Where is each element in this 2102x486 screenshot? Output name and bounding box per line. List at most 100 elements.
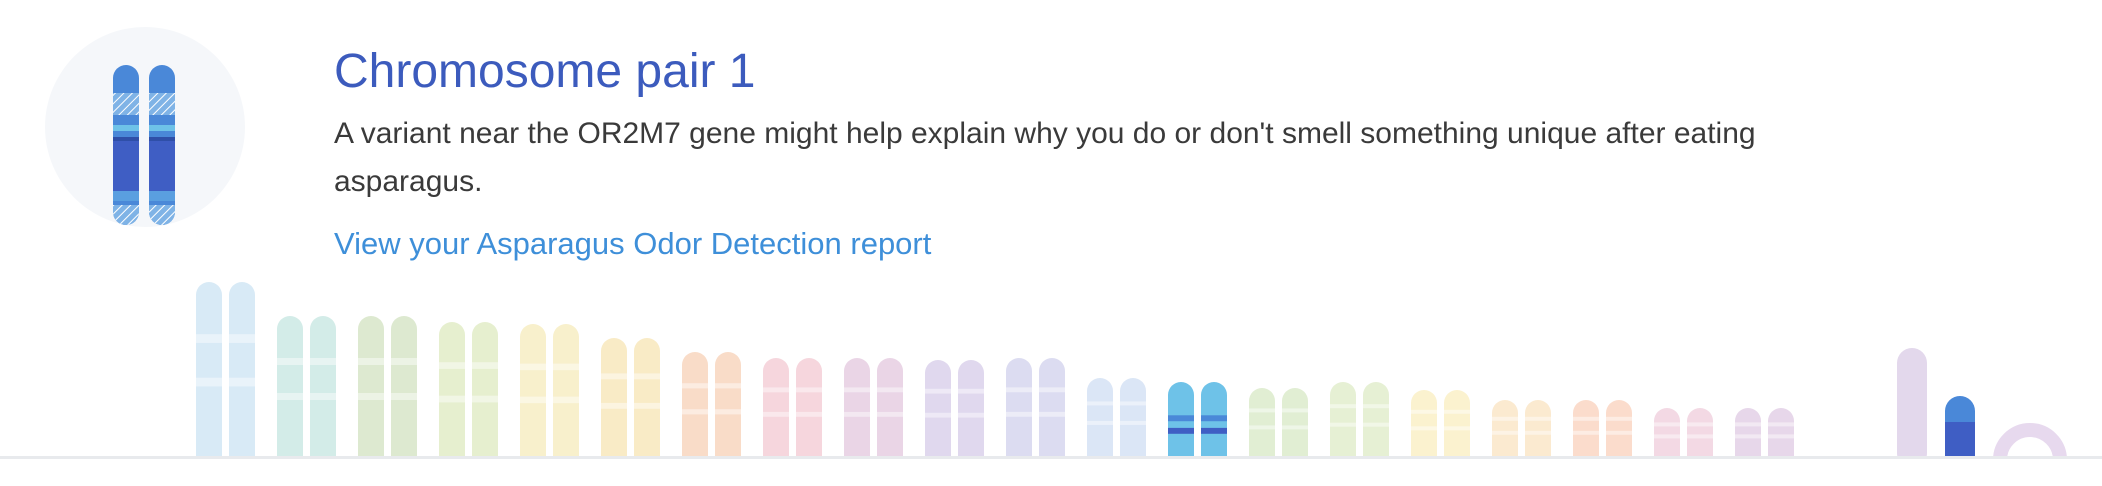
chromosome-band [601, 373, 627, 380]
chromosome-3-b [391, 316, 417, 456]
chromosome-10-a [925, 360, 951, 456]
chromosome-band [472, 395, 498, 403]
chromosome-12-b [1120, 378, 1146, 456]
chromosome-band [1087, 420, 1113, 425]
chromosome-11-b [1039, 358, 1065, 456]
chromosome-band [1120, 401, 1146, 406]
chromosome-band [277, 393, 303, 400]
chromosome-20-a [1735, 408, 1761, 456]
chromosome-band [1282, 408, 1308, 413]
chromosome-17-b [1525, 400, 1551, 456]
chromosome-14-a [1249, 388, 1275, 456]
chromosome-7-a [682, 352, 708, 456]
chromosome-band [1039, 387, 1065, 393]
chromosome-band [925, 412, 951, 418]
chromosome-band [196, 334, 222, 343]
chromosome-band [1201, 415, 1227, 422]
chromosome-band [1006, 411, 1032, 417]
chromosome-band [1768, 422, 1794, 427]
asparagus-report-link[interactable]: View your Asparagus Odor Detection repor… [334, 224, 931, 264]
chromosome-band [391, 393, 417, 400]
chromosome-band [1687, 422, 1713, 427]
chromosome-band [553, 396, 579, 404]
chromosome-band [1087, 401, 1113, 406]
page-title: Chromosome pair 1 [334, 45, 756, 98]
chromosome-band [1573, 430, 1599, 435]
chromosome-band [796, 387, 822, 393]
chromosome-band [715, 383, 741, 389]
chromosome-band [553, 363, 579, 371]
chromosome-band [358, 393, 384, 400]
chromosome-band [358, 358, 384, 365]
chromosome-overview-strip [196, 282, 2067, 456]
chromosome-band [1444, 426, 1470, 431]
chromosome-y-band [1945, 422, 1975, 456]
chromosome-10-b [958, 360, 984, 456]
chromosome-14-b [1282, 388, 1308, 456]
chromosome-9-b [877, 358, 903, 456]
chromosome-pair-icon-badge [45, 27, 245, 227]
chromosome-band [844, 411, 870, 417]
chromosome-5-b [553, 324, 579, 456]
chromosome-band [1282, 425, 1308, 430]
chromosome-band [1249, 408, 1275, 413]
chromosome-band [310, 393, 336, 400]
chromosome-band [1363, 422, 1389, 427]
divider [0, 456, 2102, 459]
chromosome-band [1039, 411, 1065, 417]
chromosome-band [682, 383, 708, 389]
chromosome-band [1606, 416, 1632, 421]
chromosome-15-b [1363, 382, 1389, 456]
chromosome-band [601, 402, 627, 409]
chromosome-band [1330, 422, 1356, 427]
chromosome-band [763, 387, 789, 393]
chromosome-5-a [520, 324, 546, 456]
chromosome-18-a [1573, 400, 1599, 456]
chromosome-band [277, 358, 303, 365]
chromosome-band [1168, 415, 1194, 422]
chromosome-band [634, 373, 660, 380]
chromosome-band [196, 377, 222, 387]
chromosome-7-b [715, 352, 741, 456]
chromosome-band [844, 387, 870, 393]
chromosome-17-a [1492, 400, 1518, 456]
chromosome-band [1606, 430, 1632, 435]
chromosome-band [1654, 422, 1680, 427]
chromosome-band [877, 411, 903, 417]
chromosome-19-b [1687, 408, 1713, 456]
chromosome-8-a [763, 358, 789, 456]
chromosome-band [1330, 404, 1356, 409]
chromosome-x [1897, 348, 1927, 456]
chromosome-band [682, 409, 708, 415]
chromosome-band [1525, 430, 1551, 435]
chromosome-11-a [1006, 358, 1032, 456]
chromosome-4-b [472, 322, 498, 456]
chromosome-band [229, 377, 255, 387]
chromosome-8-b [796, 358, 822, 456]
chromosome-band [1120, 420, 1146, 425]
chromosome-band [715, 409, 741, 415]
chromosome-2-b [310, 316, 336, 456]
chromosome-band [520, 363, 546, 371]
chromosome-band [1525, 416, 1551, 421]
chromosome-band [1735, 422, 1761, 427]
chromosome-3-a [358, 316, 384, 456]
chromosome-band [229, 334, 255, 343]
chromosome-band [1363, 404, 1389, 409]
chromosome-20-b [1768, 408, 1794, 456]
chromosome-4-a [439, 322, 465, 456]
chromosome-band [1168, 427, 1194, 434]
chromosome-band [472, 362, 498, 369]
chromosome-19-a [1654, 408, 1680, 456]
chromosome-6-a [601, 338, 627, 456]
chromosome-band [1201, 427, 1227, 434]
chromosome-2-a [277, 316, 303, 456]
chromosome-pair-icon [113, 65, 175, 225]
chromosome-band [634, 402, 660, 409]
chromosome-band [1492, 416, 1518, 421]
trait-description: A variant near the OR2M7 gene might help… [334, 117, 1756, 198]
chromosome-6-b [634, 338, 660, 456]
chromosome-band [1006, 387, 1032, 393]
chromosome-15-a [1330, 382, 1356, 456]
chromosome-16-b [1444, 390, 1470, 456]
